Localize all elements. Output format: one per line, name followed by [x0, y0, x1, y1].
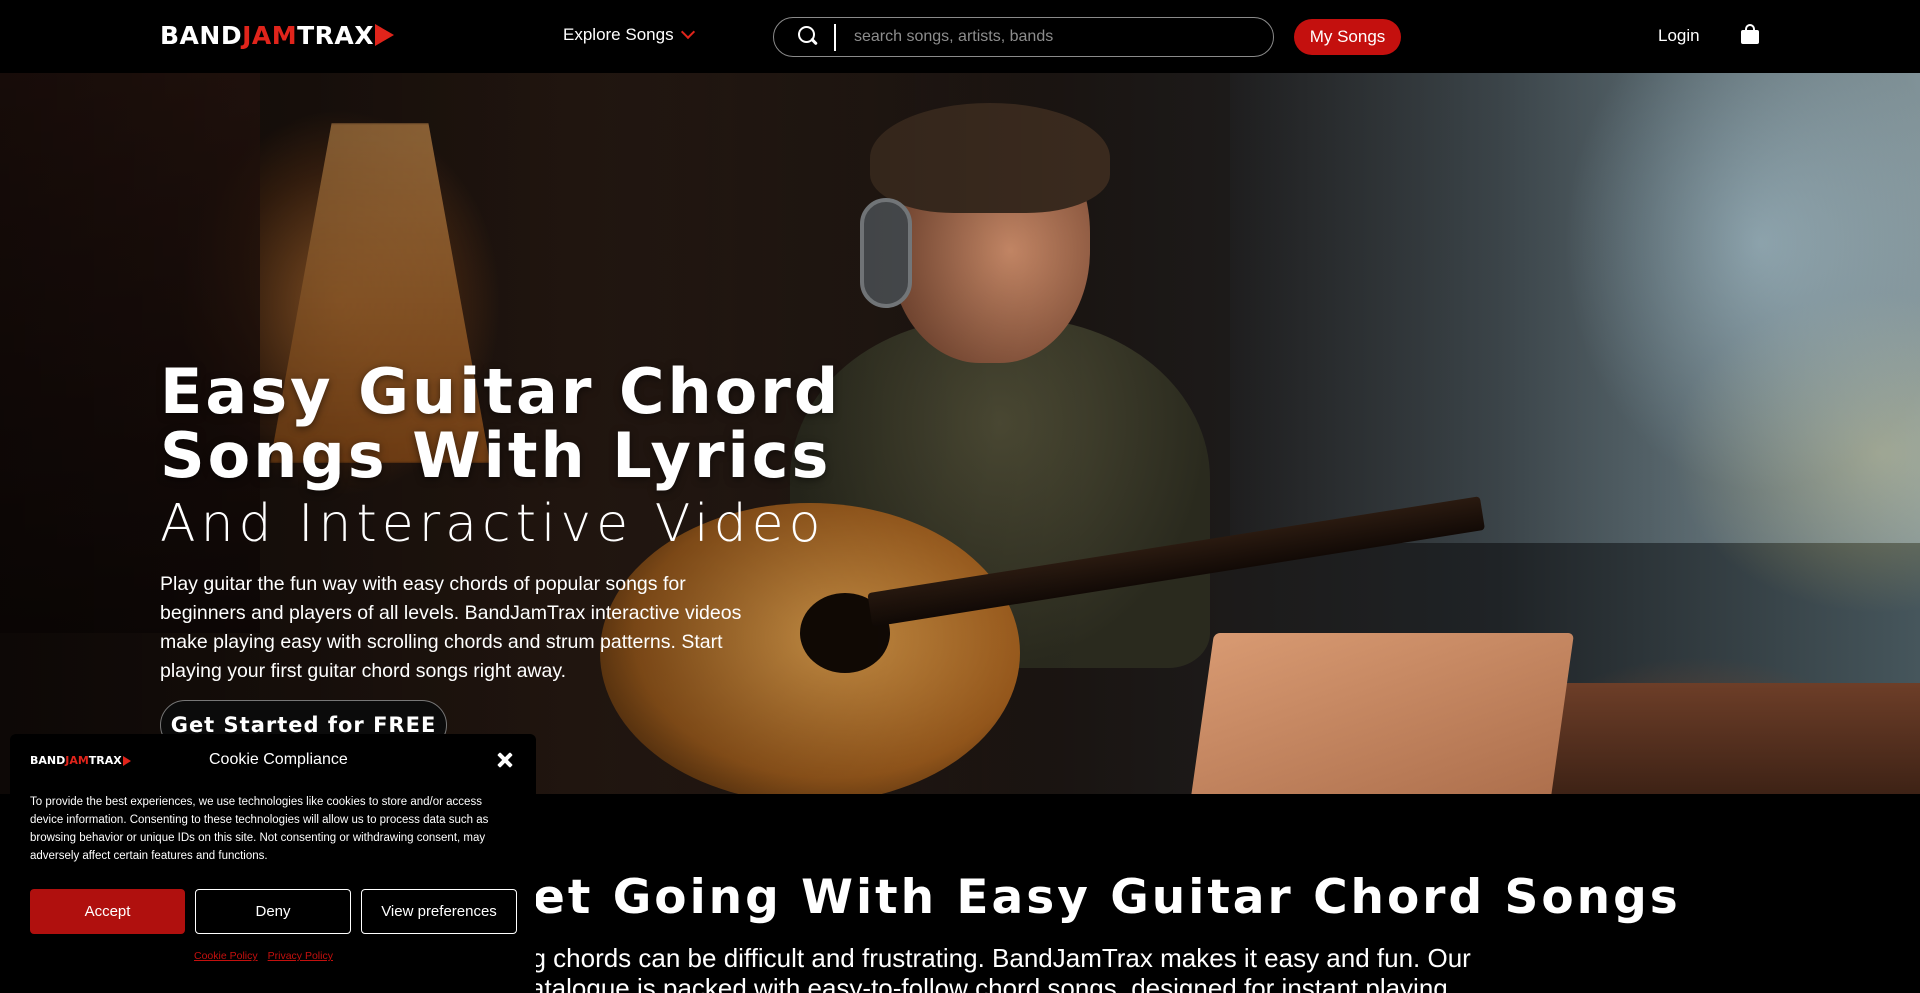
- hero-description: Play guitar the fun way with easy chords…: [160, 573, 742, 682]
- shopping-bag-icon[interactable]: [1741, 24, 1759, 46]
- logo[interactable]: BAND JAM TRAX: [160, 20, 395, 50]
- my-songs-button[interactable]: My Songs: [1294, 19, 1401, 55]
- close-icon[interactable]: [496, 751, 514, 769]
- logo-trax: TRAX: [297, 20, 375, 50]
- explore-songs-label: Explore Songs: [563, 25, 674, 44]
- cookie-policy-link[interactable]: Cookie Policy: [194, 950, 258, 962]
- search-bar: [773, 17, 1274, 57]
- section-title: et Going With Easy Guitar Chord Songs: [533, 870, 1681, 925]
- hero-title: Easy Guitar Chord Songs With Lyrics: [160, 355, 842, 492]
- view-preferences-button[interactable]: View preferences: [361, 889, 517, 934]
- section-text: ng chords can be difficult and frustrati…: [517, 943, 1471, 993]
- chevron-down-icon: [680, 24, 695, 40]
- hero-laptop: [1185, 633, 1575, 794]
- search-icon[interactable]: [798, 26, 818, 46]
- explore-songs-menu[interactable]: Explore Songs: [563, 24, 695, 45]
- deny-button[interactable]: Deny: [195, 889, 351, 934]
- section-text-line-1: ng chords can be difficult and frustrati…: [517, 943, 1471, 973]
- cookie-logo-play-icon: [122, 755, 131, 766]
- cookie-logo-trax: TRAX: [88, 754, 122, 767]
- accept-button[interactable]: Accept: [30, 889, 185, 934]
- hero-subtitle: And Interactive Video: [160, 494, 826, 554]
- cookie-logo: BAND JAM TRAX: [30, 754, 131, 767]
- hero-window: [1230, 73, 1920, 543]
- login-link[interactable]: Login: [1658, 26, 1700, 46]
- privacy-policy-link[interactable]: Privacy Policy: [268, 950, 333, 962]
- logo-band: BAND: [160, 20, 243, 50]
- search-input[interactable]: [854, 23, 1254, 51]
- logo-jam: JAM: [242, 20, 298, 50]
- cookie-logo-jam: JAM: [65, 754, 89, 767]
- logo-play-icon: [375, 24, 395, 46]
- cookie-title: Cookie Compliance: [209, 751, 348, 768]
- search-divider: [834, 24, 836, 51]
- bag-body: [1741, 30, 1759, 44]
- cookie-links: Cookie Policy Privacy Policy: [194, 950, 333, 962]
- cookie-banner: BAND JAM TRAX Cookie Compliance To provi…: [10, 734, 536, 993]
- section-text-line-2: catalogue is packed with easy-to-follow …: [517, 973, 1448, 993]
- cookie-logo-band: BAND: [30, 754, 66, 767]
- top-navigation: BAND JAM TRAX Explore Songs My Songs Log…: [0, 0, 1920, 73]
- cookie-text: To provide the best experiences, we use …: [30, 796, 489, 862]
